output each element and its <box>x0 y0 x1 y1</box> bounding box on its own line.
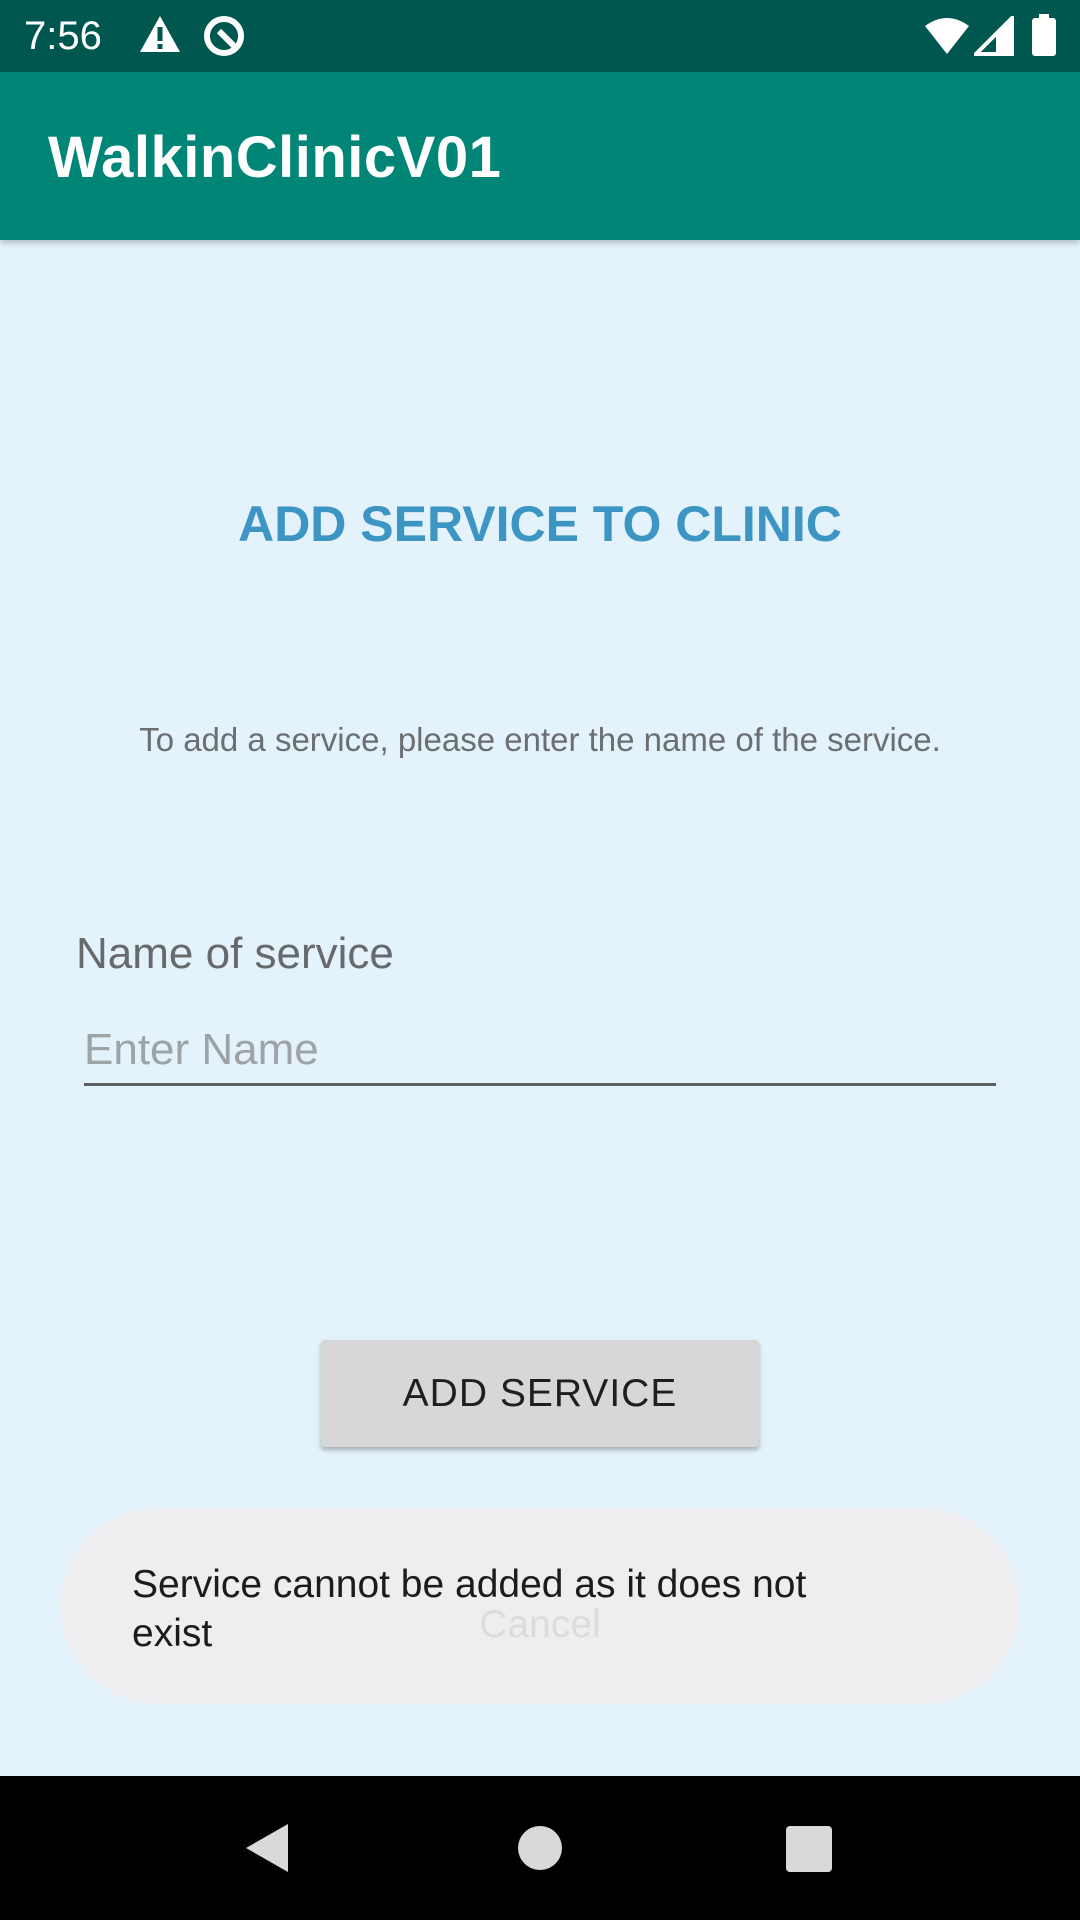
signal-icon <box>971 13 1014 61</box>
navigation-bar <box>0 1776 1080 1920</box>
instruction-text: To add a service, please enter the name … <box>139 721 941 758</box>
add-service-button[interactable]: ADD SERVICE <box>321 1340 759 1447</box>
cancel-button[interactable]: Cancel <box>60 1602 1020 1648</box>
app-bar: WalkinClinicV01 <box>0 72 1080 240</box>
battery-icon <box>1032 14 1056 61</box>
page-title: ADD SERVICE TO CLINIC <box>238 496 842 552</box>
service-name-label: Name of service <box>76 929 394 978</box>
status-bar: 7:56 <box>0 0 1080 72</box>
service-name-input[interactable] <box>84 1016 996 1086</box>
wifi-icon <box>924 16 970 61</box>
warning-icon <box>138 14 182 59</box>
data-saver-icon <box>202 14 246 63</box>
recents-icon[interactable] <box>786 1826 832 1877</box>
app-title: WalkinClinicV01 <box>48 125 502 190</box>
back-icon[interactable] <box>244 1822 290 1879</box>
home-icon[interactable] <box>518 1822 562 1879</box>
status-time: 7:56 <box>24 14 102 58</box>
toast-message-box: Service cannot be added as it does not e… <box>60 1508 1020 1704</box>
